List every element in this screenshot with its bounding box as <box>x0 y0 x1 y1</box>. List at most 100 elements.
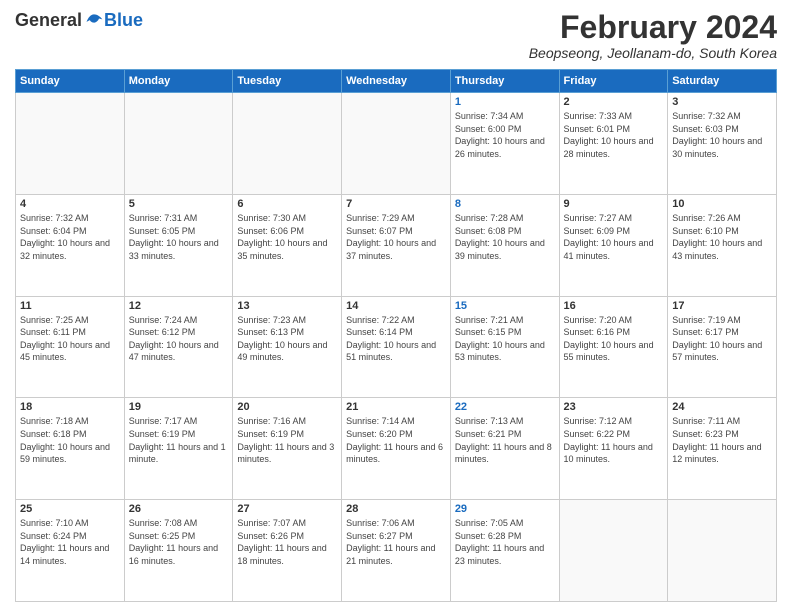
calendar-table: Sunday Monday Tuesday Wednesday Thursday… <box>15 69 777 602</box>
day-info: Sunrise: 7:21 AM Sunset: 6:15 PM Dayligh… <box>455 314 555 364</box>
col-tuesday: Tuesday <box>233 70 342 93</box>
day-number: 10 <box>672 198 772 210</box>
col-saturday: Saturday <box>668 70 777 93</box>
logo: General Blue <box>15 10 143 31</box>
day-number: 1 <box>455 96 555 108</box>
calendar-week-row: 1 Sunrise: 7:34 AM Sunset: 6:00 PM Daylig… <box>16 93 777 195</box>
col-friday: Friday <box>559 70 668 93</box>
table-row: 4Sunrise: 7:32 AM Sunset: 6:04 PM Daylig… <box>16 194 125 296</box>
day-number: 9 <box>564 198 664 210</box>
title-area: February 2024 Beopseong, Jeollanam-do, S… <box>529 10 777 61</box>
day-number: 29 <box>455 503 555 515</box>
table-row: 26Sunrise: 7:08 AM Sunset: 6:25 PM Dayli… <box>124 500 233 602</box>
header: General Blue February 2024 Beopseong, Je… <box>15 10 777 61</box>
table-row: 2 Sunrise: 7:33 AM Sunset: 6:01 PM Daylig… <box>559 93 668 195</box>
day-number: 26 <box>129 503 229 515</box>
day-info: Sunrise: 7:22 AM Sunset: 6:14 PM Dayligh… <box>346 314 446 364</box>
day-info: Sunrise: 7:33 AM Sunset: 6:01 PM Dayligh… <box>564 110 664 160</box>
day-number: 15 <box>455 300 555 312</box>
day-number: 21 <box>346 401 446 413</box>
day-info: Sunrise: 7:20 AM Sunset: 6:16 PM Dayligh… <box>564 314 664 364</box>
calendar-header-row: Sunday Monday Tuesday Wednesday Thursday… <box>16 70 777 93</box>
col-monday: Monday <box>124 70 233 93</box>
table-row <box>233 93 342 195</box>
day-number: 27 <box>237 503 337 515</box>
table-row: 21 Sunrise: 7:14 AM Sunset: 6:20 PM Dayli… <box>342 398 451 500</box>
day-number: 17 <box>672 300 772 312</box>
day-info: Sunrise: 7:13 AM Sunset: 6:21 PM Dayligh… <box>455 415 555 465</box>
day-number: 18 <box>20 401 120 413</box>
calendar-week-row: 11 Sunrise: 7:25 AM Sunset: 6:11 PM Dayli… <box>16 296 777 398</box>
day-number: 7 <box>346 198 446 210</box>
day-number: 11 <box>20 300 120 312</box>
day-number: 13 <box>237 300 337 312</box>
table-row: 8Sunrise: 7:28 AM Sunset: 6:08 PM Daylig… <box>450 194 559 296</box>
logo-blue: Blue <box>104 10 143 31</box>
logo-bird-icon <box>84 11 104 31</box>
table-row <box>559 500 668 602</box>
day-number: 23 <box>564 401 664 413</box>
table-row: 25 Sunrise: 7:10 AM Sunset: 6:24 PM Dayli… <box>16 500 125 602</box>
table-row: 28 Sunrise: 7:06 AM Sunset: 6:27 PM Dayli… <box>342 500 451 602</box>
table-row <box>342 93 451 195</box>
logo-text: General Blue <box>15 10 143 31</box>
table-row: 19Sunrise: 7:17 AM Sunset: 6:19 PM Dayli… <box>124 398 233 500</box>
day-info: Sunrise: 7:25 AM Sunset: 6:11 PM Dayligh… <box>20 314 120 364</box>
day-info: Sunrise: 7:31 AM Sunset: 6:05 PM Dayligh… <box>129 212 229 262</box>
table-row: 17 Sunrise: 7:19 AM Sunset: 6:17 PM Dayli… <box>668 296 777 398</box>
day-info: Sunrise: 7:24 AM Sunset: 6:12 PM Dayligh… <box>129 314 229 364</box>
day-number: 5 <box>129 198 229 210</box>
day-info: Sunrise: 7:32 AM Sunset: 6:03 PM Dayligh… <box>672 110 772 160</box>
day-info: Sunrise: 7:26 AM Sunset: 6:10 PM Dayligh… <box>672 212 772 262</box>
day-info: Sunrise: 7:29 AM Sunset: 6:07 PM Dayligh… <box>346 212 446 262</box>
day-number: 8 <box>455 198 555 210</box>
col-wednesday: Wednesday <box>342 70 451 93</box>
subtitle: Beopseong, Jeollanam-do, South Korea <box>529 45 777 61</box>
table-row: 6Sunrise: 7:30 AM Sunset: 6:06 PM Daylig… <box>233 194 342 296</box>
table-row: 10 Sunrise: 7:26 AM Sunset: 6:10 PM Dayli… <box>668 194 777 296</box>
day-number: 25 <box>20 503 120 515</box>
table-row: 24 Sunrise: 7:11 AM Sunset: 6:23 PM Dayli… <box>668 398 777 500</box>
day-number: 28 <box>346 503 446 515</box>
day-number: 22 <box>455 401 555 413</box>
table-row: 22 Sunrise: 7:13 AM Sunset: 6:21 PM Dayli… <box>450 398 559 500</box>
calendar-week-row: 25 Sunrise: 7:10 AM Sunset: 6:24 PM Dayli… <box>16 500 777 602</box>
table-row: 14Sunrise: 7:22 AM Sunset: 6:14 PM Dayli… <box>342 296 451 398</box>
month-title: February 2024 <box>529 10 777 45</box>
day-number: 2 <box>564 96 664 108</box>
calendar-week-row: 18Sunrise: 7:18 AM Sunset: 6:18 PM Dayli… <box>16 398 777 500</box>
table-row: 27Sunrise: 7:07 AM Sunset: 6:26 PM Dayli… <box>233 500 342 602</box>
day-number: 12 <box>129 300 229 312</box>
table-row: 5 Sunrise: 7:31 AM Sunset: 6:05 PM Daylig… <box>124 194 233 296</box>
table-row: 16Sunrise: 7:20 AM Sunset: 6:16 PM Dayli… <box>559 296 668 398</box>
day-info: Sunrise: 7:06 AM Sunset: 6:27 PM Dayligh… <box>346 517 446 567</box>
table-row <box>668 500 777 602</box>
table-row <box>16 93 125 195</box>
table-row: 29 Sunrise: 7:05 AM Sunset: 6:28 PM Dayli… <box>450 500 559 602</box>
table-row: 9 Sunrise: 7:27 AM Sunset: 6:09 PM Daylig… <box>559 194 668 296</box>
day-info: Sunrise: 7:34 AM Sunset: 6:00 PM Dayligh… <box>455 110 555 160</box>
table-row: 15 Sunrise: 7:21 AM Sunset: 6:15 PM Dayli… <box>450 296 559 398</box>
table-row: 7 Sunrise: 7:29 AM Sunset: 6:07 PM Daylig… <box>342 194 451 296</box>
day-number: 6 <box>237 198 337 210</box>
day-info: Sunrise: 7:16 AM Sunset: 6:19 PM Dayligh… <box>237 415 337 465</box>
day-info: Sunrise: 7:10 AM Sunset: 6:24 PM Dayligh… <box>20 517 120 567</box>
day-info: Sunrise: 7:12 AM Sunset: 6:22 PM Dayligh… <box>564 415 664 465</box>
day-info: Sunrise: 7:27 AM Sunset: 6:09 PM Dayligh… <box>564 212 664 262</box>
table-row: 11 Sunrise: 7:25 AM Sunset: 6:11 PM Dayli… <box>16 296 125 398</box>
table-row: 3 Sunrise: 7:32 AM Sunset: 6:03 PM Daylig… <box>668 93 777 195</box>
day-number: 24 <box>672 401 772 413</box>
day-info: Sunrise: 7:19 AM Sunset: 6:17 PM Dayligh… <box>672 314 772 364</box>
logo-general: General <box>15 10 82 31</box>
day-info: Sunrise: 7:14 AM Sunset: 6:20 PM Dayligh… <box>346 415 446 465</box>
day-info: Sunrise: 7:05 AM Sunset: 6:28 PM Dayligh… <box>455 517 555 567</box>
table-row <box>124 93 233 195</box>
calendar-week-row: 4Sunrise: 7:32 AM Sunset: 6:04 PM Daylig… <box>16 194 777 296</box>
day-number: 19 <box>129 401 229 413</box>
table-row: 23 Sunrise: 7:12 AM Sunset: 6:22 PM Dayli… <box>559 398 668 500</box>
col-thursday: Thursday <box>450 70 559 93</box>
day-info: Sunrise: 7:11 AM Sunset: 6:23 PM Dayligh… <box>672 415 772 465</box>
table-row: 18Sunrise: 7:18 AM Sunset: 6:18 PM Dayli… <box>16 398 125 500</box>
col-sunday: Sunday <box>16 70 125 93</box>
day-number: 3 <box>672 96 772 108</box>
